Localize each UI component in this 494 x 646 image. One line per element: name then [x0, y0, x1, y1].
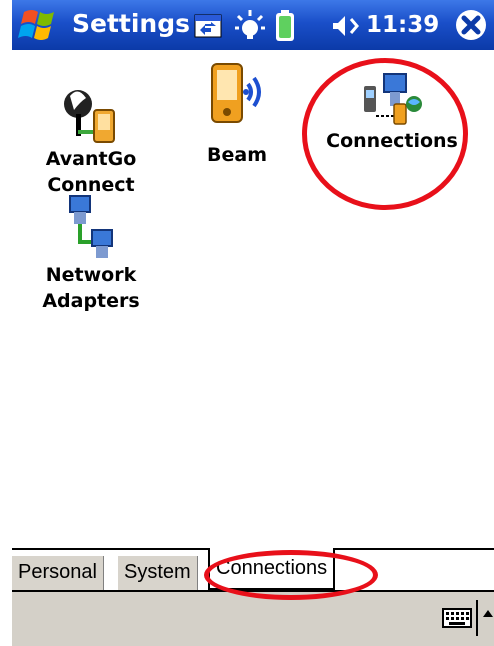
close-icon[interactable]	[454, 8, 488, 42]
app-label: Network	[45, 264, 137, 286]
avantgo-connect-icon	[64, 90, 115, 143]
app-beam[interactable]: Beam	[182, 58, 292, 168]
beam-icon	[211, 63, 261, 123]
menu-bar	[12, 590, 494, 646]
connections-icon	[364, 73, 422, 125]
app-label: Connections	[326, 130, 458, 152]
title-bar: Settings 11:39	[12, 0, 494, 50]
app-label: Adapters	[42, 290, 140, 312]
tab-label: System	[124, 561, 191, 583]
tab-personal[interactable]: Personal	[12, 556, 104, 590]
app-label: AvantGo	[45, 148, 137, 170]
keyboard-icon[interactable]	[442, 606, 472, 630]
tab-label: Personal	[18, 561, 97, 583]
app-connections[interactable]: Connections	[312, 66, 472, 154]
network-adapters-icon	[69, 195, 113, 258]
tab-bar: Personal System Connections	[12, 548, 494, 590]
tab-connections[interactable]: Connections	[208, 548, 336, 590]
windows-start-icon[interactable]	[18, 6, 62, 44]
tab-system[interactable]: System	[118, 556, 198, 590]
app-avantgo-connect[interactable]: AvantGo Connect	[26, 84, 156, 198]
sip-arrow-up-icon[interactable]	[482, 608, 494, 618]
app-network-adapters[interactable]: Network Adapters	[26, 192, 156, 314]
notification-icon[interactable]	[234, 8, 266, 42]
settings-content: AvantGo Connect Beam Connections Network…	[12, 50, 494, 520]
sip-divider	[476, 600, 478, 636]
tab-label: Connections	[216, 557, 328, 579]
sync-icon[interactable]	[194, 14, 222, 38]
clock[interactable]: 11:39	[366, 10, 439, 40]
app-label: Beam	[207, 144, 267, 166]
battery-icon[interactable]	[274, 10, 296, 42]
volume-icon[interactable]	[330, 12, 364, 40]
window-title: Settings	[72, 9, 191, 38]
